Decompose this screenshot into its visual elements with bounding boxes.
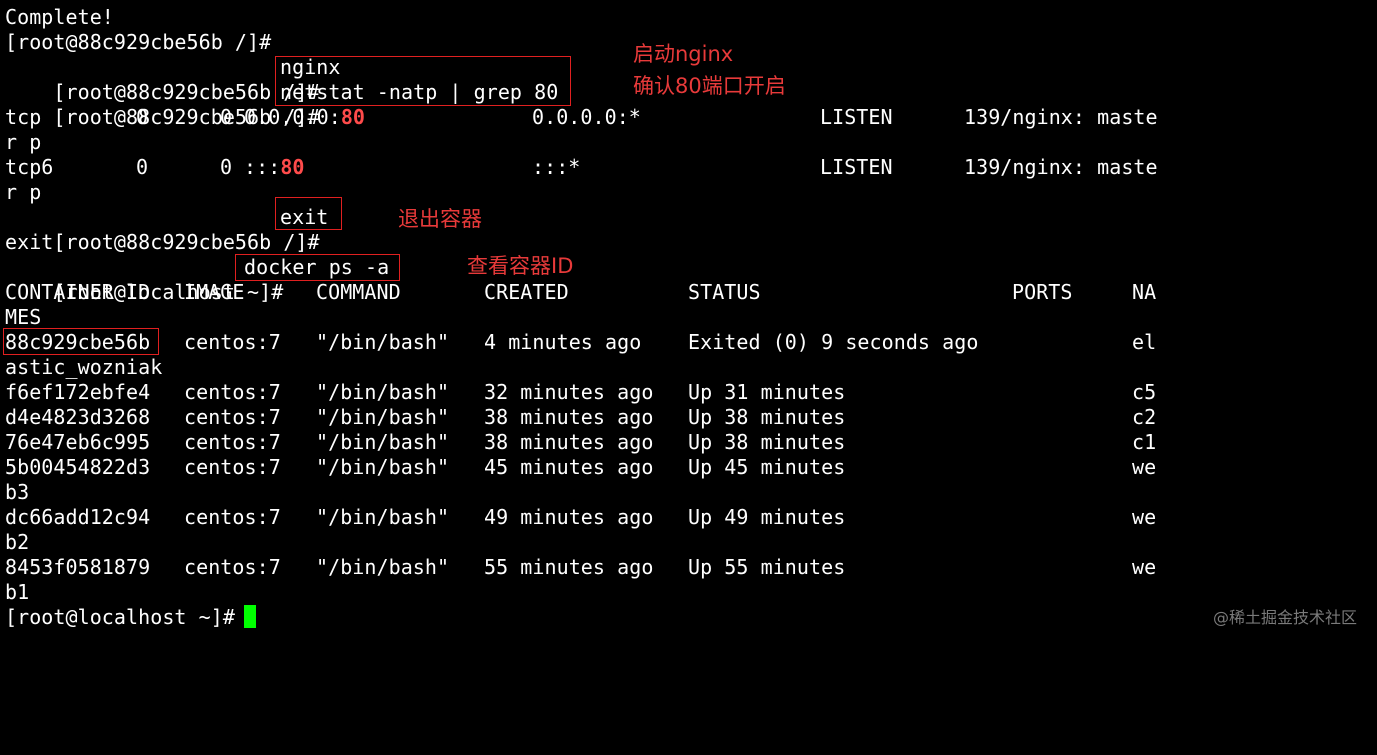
netstat-state: LISTEN [820,155,893,179]
container-names: we [1132,455,1157,479]
table-row: 8453f0581879 centos:7 "/bin/bash" 55 min… [5,555,1156,580]
container-status: Up 38 minutes [688,405,846,429]
annotation-view-container-id: 查看容器ID [467,254,574,278]
terminal-prompt: [root@localhost ~]# [5,605,235,629]
terminal-cursor[interactable] [244,605,256,628]
highlight-box-docker-ps [235,254,400,281]
container-image: centos:7 [184,555,281,579]
header-created: CREATED [484,280,569,304]
netstat-row: tcp6 0 0 :::80 :::* LISTEN 139/nginx: ma… [5,155,1158,180]
header-ports: PORTS [1012,280,1073,304]
annotation-exit-container: 退出容器 [398,207,482,231]
netstat-row: tcp 0 0 0.0.0.0:80 0.0.0.0:* LISTEN 139/… [5,105,1158,130]
table-row-wrap: b2 [5,530,30,554]
terminal-line: [root@88c929cbe56b /]# nginx [5,55,340,104]
container-command: "/bin/bash" [316,555,450,579]
container-command: "/bin/bash" [316,430,450,454]
table-row: d4e4823d3268 centos:7 "/bin/bash" 38 min… [5,405,1156,430]
table-row: 5b00454822d3 centos:7 "/bin/bash" 45 min… [5,455,1156,480]
container-id: dc66add12c94 [5,505,151,529]
netstat-row-wrap: r p [5,130,42,154]
netstat-proto: tcp [5,105,42,129]
container-status: Exited (0) 9 seconds ago [688,330,979,354]
watermark: @稀土掘金技术社区 [1212,608,1357,627]
netstat-foreign-address: 0.0.0.0:* [532,105,641,129]
container-names: c2 [1132,405,1157,429]
container-image: centos:7 [184,505,281,529]
container-names: c5 [1132,380,1157,404]
terminal-prompt: [root@88c929cbe56b /]# [53,230,320,254]
table-row: f6ef172ebfe4 centos:7 "/bin/bash" 32 min… [5,380,1156,405]
annotation-start-nginx: 启动nginx [633,42,734,66]
netstat-local-address: 0.0.0.0:80 [244,105,366,129]
container-id: 76e47eb6c995 [5,430,151,454]
container-id: 5b00454822d3 [5,455,151,479]
docker-header-wrap: MES [5,305,42,329]
terminal-line: Complete! [5,5,114,29]
header-names: NA [1132,280,1157,304]
netstat-state: LISTEN [820,105,893,129]
header-command: COMMAND [316,280,401,304]
highlight-box-nginx-commands [275,56,571,106]
container-names: c1 [1132,430,1157,454]
container-names: we [1132,505,1157,529]
container-status: Up 45 minutes [688,455,846,479]
container-created: 4 minutes ago [484,330,642,354]
container-created: 38 minutes ago [484,405,654,429]
netstat-row-wrap: r p [5,180,42,204]
container-image: centos:7 [184,430,281,454]
container-names: el [1132,330,1157,354]
container-command: "/bin/bash" [316,405,450,429]
header-status: STATUS [688,280,761,304]
container-names: we [1132,555,1157,579]
header-container-id: CONTAINER ID [5,280,151,304]
container-status: Up 31 minutes [688,380,846,404]
terminal-prompt: [root@88c929cbe56b /]# [5,30,272,54]
header-image: IMAGE [184,280,245,304]
terminal-line: [root@88c929cbe56b /]# exit [5,205,328,254]
netstat-pid: 139/nginx: maste [964,105,1158,129]
docker-header-row: CONTAINER ID IMAGE COMMAND CREATED STATU… [5,280,1156,305]
container-created: 32 minutes ago [484,380,654,404]
container-image: centos:7 [184,405,281,429]
table-row: 76e47eb6c995 centos:7 "/bin/bash" 38 min… [5,430,1156,455]
netstat-sendq: 0 [220,105,233,129]
container-status: Up 55 minutes [688,555,846,579]
highlight-box-exit [275,197,342,230]
container-created: 49 minutes ago [484,505,654,529]
netstat-foreign-address: :::* [532,155,581,179]
highlight-box-container-id [3,328,159,355]
netstat-recvq: 0 [136,105,149,129]
container-created: 38 minutes ago [484,430,654,454]
table-row-wrap: b3 [5,480,30,504]
container-image: centos:7 [184,455,281,479]
table-row-wrap: b1 [5,580,30,604]
container-command: "/bin/bash" [316,380,450,404]
container-status: Up 38 minutes [688,430,846,454]
netstat-sendq: 0 [220,155,233,179]
netstat-local-address: :::80 [244,155,305,179]
container-status: Up 49 minutes [688,505,846,529]
netstat-proto: tcp6 [5,155,54,179]
table-row-wrap: astic_wozniak [5,355,163,379]
container-created: 55 minutes ago [484,555,654,579]
container-command: "/bin/bash" [316,505,450,529]
netstat-pid: 139/nginx: maste [964,155,1158,179]
netstat-recvq: 0 [136,155,149,179]
terminal-line: [root@88c929cbe56b /]# netstat -natp | gr… [5,80,558,129]
container-command: "/bin/bash" [316,330,450,354]
container-id: f6ef172ebfe4 [5,380,151,404]
annotation-confirm-port: 确认80端口开启 [633,74,786,98]
table-row: dc66add12c94 centos:7 "/bin/bash" 49 min… [5,505,1156,530]
container-image: centos:7 [184,330,281,354]
container-command: "/bin/bash" [316,455,450,479]
container-id: 8453f0581879 [5,555,151,579]
container-created: 45 minutes ago [484,455,654,479]
container-id: d4e4823d3268 [5,405,151,429]
container-image: centos:7 [184,380,281,404]
terminal-window[interactable]: Complete! [root@88c929cbe56b /]# [root@8… [0,0,1377,645]
terminal-output: exit [5,230,54,254]
